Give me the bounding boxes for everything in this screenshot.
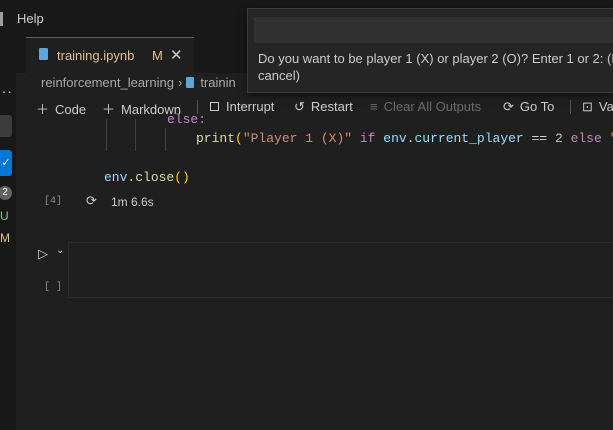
chevron-right-icon: ›: [177, 75, 183, 90]
clear-all-icon: ≡: [370, 99, 378, 114]
notebook-toolbar: ＋ Code ＋ Markdown Interrupt ↺ Restart ≡ Clea…: [16, 95, 613, 119]
git-untracked-marker: U: [0, 209, 9, 223]
go-to-icon: ⟳: [503, 99, 514, 114]
prompt-input[interactable]: [254, 17, 613, 43]
indent-guide: [135, 119, 136, 151]
clear-all-outputs-button[interactable]: ≡ Clear All Outputs: [370, 99, 481, 114]
code-line-else: else:: [167, 112, 207, 127]
more-icon[interactable]: ···: [0, 83, 13, 99]
input-prompt-dialog: Do you want to be player 1 (X) or player…: [247, 8, 613, 93]
check-icon[interactable]: ✓: [0, 150, 12, 176]
close-icon[interactable]: ✕: [170, 46, 183, 64]
toolbar-divider: [570, 100, 571, 114]
code-line-print: print("Player 1 (X)" if env.current_play…: [196, 131, 613, 146]
tab-training-notebook[interactable]: training.ipynb M ✕: [26, 37, 194, 73]
breadcrumb-folder[interactable]: reinforcement_learning: [41, 75, 174, 90]
go-to-button[interactable]: ⟳ Go To: [503, 99, 554, 115]
notebook-file-icon: [186, 77, 195, 88]
refresh-icon: ⟳: [86, 193, 97, 208]
execution-count: [ ]: [44, 282, 63, 293]
execution-count: [4]: [44, 196, 63, 207]
prompt-message: Do you want to be player 1 (X) or player…: [258, 51, 613, 83]
activity-bar: ··· ✓ 2 U M: [0, 37, 16, 430]
restart-icon: ↺: [294, 99, 305, 114]
interrupt-button[interactable]: Interrupt: [210, 99, 274, 114]
restart-button[interactable]: ↺ Restart: [294, 99, 353, 115]
activity-item[interactable]: [0, 115, 12, 137]
menu-help[interactable]: Help: [17, 11, 44, 26]
plus-icon: ＋: [36, 102, 50, 117]
breadcrumb: reinforcement_learning › trainin: [41, 75, 236, 90]
plus-icon: ＋: [102, 102, 116, 117]
code-line-close: env.close(): [104, 170, 190, 185]
indent-guide: [106, 119, 107, 151]
notification-badge: 2: [0, 186, 12, 200]
stop-icon: [210, 102, 219, 111]
breadcrumb-file[interactable]: trainin: [200, 75, 235, 90]
add-code-button[interactable]: ＋ Code: [36, 99, 86, 118]
modified-indicator: M: [152, 48, 163, 63]
execution-duration: 1m 6.6s: [111, 195, 154, 209]
empty-code-cell[interactable]: [68, 242, 613, 298]
git-modified-marker: M: [0, 231, 10, 245]
run-cell-icon[interactable]: ▷: [38, 246, 48, 262]
tab-filename: training.ipynb: [57, 48, 135, 63]
notebook-file-icon: [39, 48, 48, 60]
indent-guide: [165, 128, 166, 151]
chevron-down-icon[interactable]: ⌄: [56, 245, 64, 256]
variables-icon: ⊡: [582, 99, 593, 114]
menu-edge: [0, 12, 3, 26]
variables-button[interactable]: ⊡ Va: [582, 99, 613, 115]
